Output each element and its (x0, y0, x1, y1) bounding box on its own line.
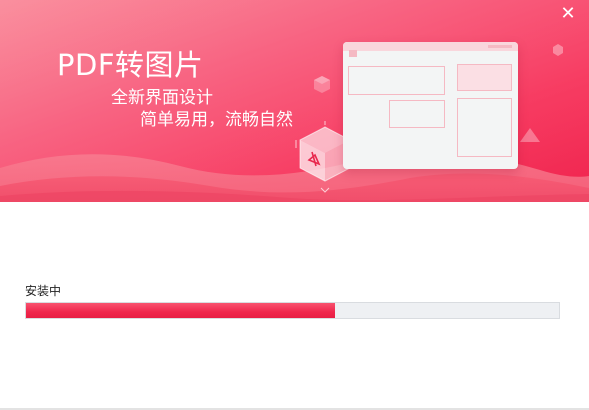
banner: ✕ PDF转图片 全新界面设计 简单易用，流畅自然 (0, 0, 589, 202)
mock-app-icon (349, 50, 357, 57)
mock-panel-right-tall (457, 98, 512, 157)
mock-panel-top-left (348, 66, 445, 95)
install-status-label: 安装中 (25, 284, 62, 298)
mock-app-window-illustration (343, 42, 518, 169)
tagline-line2: 简单易用，流畅自然 (140, 110, 293, 130)
close-button[interactable]: ✕ (557, 3, 579, 25)
app-title: PDF转图片 (57, 48, 204, 82)
install-progress-fill (26, 303, 336, 318)
installer-window: ✕ PDF转图片 全新界面设计 简单易用，流畅自然 安装中 (0, 0, 589, 410)
close-icon: ✕ (560, 3, 576, 24)
mock-titlebar (343, 42, 518, 51)
mock-panel-middle (389, 100, 445, 128)
install-progress-bar (25, 302, 560, 319)
mock-window-controls (488, 45, 512, 48)
mock-panel-top-right (457, 64, 512, 91)
